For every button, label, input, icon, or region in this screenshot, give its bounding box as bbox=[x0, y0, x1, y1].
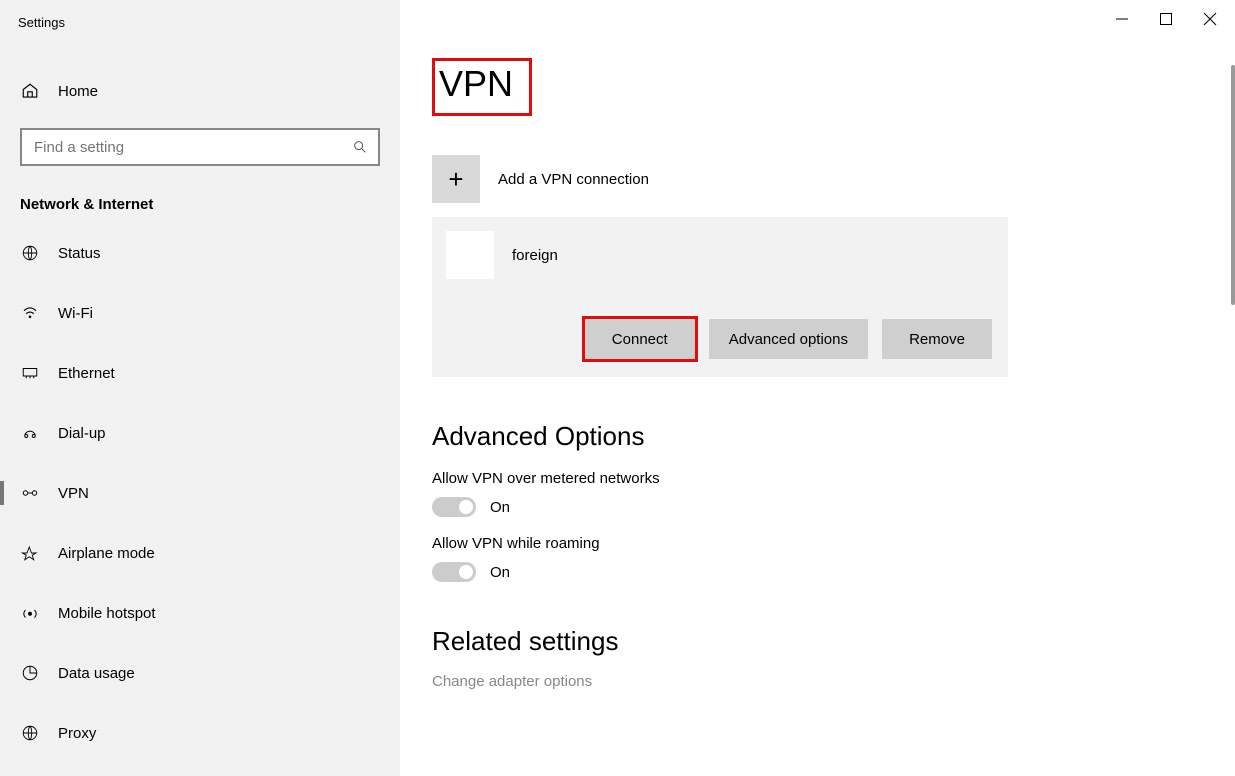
sidebar-item-vpn[interactable]: VPN bbox=[0, 463, 400, 523]
add-vpn-connection[interactable]: + Add a VPN connection bbox=[432, 155, 1235, 203]
option-roaming: Allow VPN while roaming On bbox=[432, 535, 1235, 582]
connect-button[interactable]: Connect bbox=[585, 319, 695, 359]
sidebar-item-ethernet[interactable]: Ethernet bbox=[0, 343, 400, 403]
advanced-options-button[interactable]: Advanced options bbox=[709, 319, 868, 359]
nav-home-label: Home bbox=[58, 83, 98, 100]
airplane-icon bbox=[20, 544, 40, 562]
sidebar-item-airplane[interactable]: Airplane mode bbox=[0, 523, 400, 583]
sidebar-item-label: Data usage bbox=[58, 665, 135, 682]
sidebar: Settings Home Network & Internet Status … bbox=[0, 0, 400, 776]
sidebar-item-wifi[interactable]: Wi-Fi bbox=[0, 283, 400, 343]
option-metered: Allow VPN over metered networks On bbox=[432, 470, 1235, 517]
maximize-button[interactable] bbox=[1159, 12, 1173, 26]
globe-icon bbox=[20, 244, 40, 262]
search-box[interactable] bbox=[20, 128, 380, 166]
main-content: VPN + Add a VPN connection foreign Conne… bbox=[400, 0, 1235, 776]
vpn-connection-card[interactable]: foreign Connect Advanced options Remove bbox=[432, 217, 1008, 377]
proxy-icon bbox=[20, 724, 40, 742]
sidebar-item-label: Mobile hotspot bbox=[58, 605, 156, 622]
page-title: VPN bbox=[432, 58, 532, 116]
plus-icon: + bbox=[432, 155, 480, 203]
sidebar-item-label: VPN bbox=[58, 485, 89, 502]
window-title: Settings bbox=[0, 15, 400, 30]
hotspot-icon bbox=[20, 604, 40, 622]
advanced-options-heading: Advanced Options bbox=[432, 421, 1235, 452]
sidebar-item-label: Status bbox=[58, 245, 101, 262]
sidebar-item-hotspot[interactable]: Mobile hotspot bbox=[0, 583, 400, 643]
sidebar-item-dialup[interactable]: Dial-up bbox=[0, 403, 400, 463]
close-button[interactable] bbox=[1203, 12, 1217, 26]
window-controls bbox=[1115, 12, 1217, 26]
sidebar-item-label: Dial-up bbox=[58, 425, 106, 442]
remove-button[interactable]: Remove bbox=[882, 319, 992, 359]
minimize-button[interactable] bbox=[1115, 12, 1129, 26]
add-vpn-label: Add a VPN connection bbox=[498, 171, 649, 188]
ethernet-icon bbox=[20, 364, 40, 382]
link-change-adapter-options[interactable]: Change adapter options bbox=[432, 673, 1235, 690]
sidebar-item-datausage[interactable]: Data usage bbox=[0, 643, 400, 703]
search-input[interactable] bbox=[32, 138, 352, 157]
dialup-icon bbox=[20, 424, 40, 442]
nav-home[interactable]: Home bbox=[0, 72, 400, 110]
sidebar-item-label: Proxy bbox=[58, 725, 96, 742]
vpn-action-row: Connect Advanced options Remove bbox=[446, 319, 994, 359]
toggle-state: On bbox=[490, 564, 510, 581]
sidebar-item-status[interactable]: Status bbox=[0, 223, 400, 283]
data-usage-icon bbox=[20, 664, 40, 682]
sidebar-item-proxy[interactable]: Proxy bbox=[0, 703, 400, 763]
toggle-state: On bbox=[490, 499, 510, 516]
vpn-connection-name: foreign bbox=[512, 247, 558, 264]
option-label: Allow VPN while roaming bbox=[432, 535, 1235, 552]
toggle-metered[interactable] bbox=[432, 497, 476, 517]
search-icon bbox=[352, 139, 368, 155]
home-icon bbox=[20, 82, 40, 100]
wifi-icon bbox=[20, 304, 40, 322]
toggle-roaming[interactable] bbox=[432, 562, 476, 582]
vpn-connection-header: foreign bbox=[446, 231, 994, 279]
sidebar-item-label: Airplane mode bbox=[58, 545, 155, 562]
related-settings-heading: Related settings bbox=[432, 626, 1235, 657]
vpn-icon bbox=[20, 484, 40, 502]
sidebar-item-label: Wi-Fi bbox=[58, 305, 93, 322]
sidebar-section-label: Network & Internet bbox=[20, 196, 380, 213]
scrollbar[interactable] bbox=[1231, 65, 1235, 305]
option-label: Allow VPN over metered networks bbox=[432, 470, 1235, 487]
sidebar-item-label: Ethernet bbox=[58, 365, 115, 382]
vpn-connection-icon bbox=[446, 231, 494, 279]
